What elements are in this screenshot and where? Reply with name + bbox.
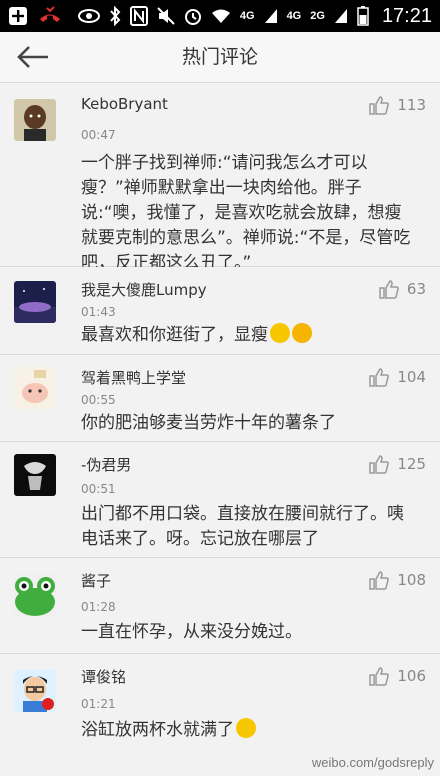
like-button[interactable]: 108 <box>369 570 426 590</box>
comment-text-wrap: 最喜欢和你逛街了，显瘦 <box>81 323 416 348</box>
nfc-icon <box>129 6 148 26</box>
comment-text: 你的肥油够麦当劳炸十年的薯条了 <box>81 413 336 433</box>
avatar[interactable] <box>14 367 56 409</box>
comment-item[interactable]: 我是大傻鹿Lumpy 01:43 63 最喜欢和你逛街了，显瘦 <box>0 267 440 355</box>
like-button[interactable]: 63 <box>379 279 426 299</box>
network-label-1: 4G <box>239 10 255 22</box>
page-title: 热门评论 <box>181 46 258 68</box>
clock: 17:21 <box>381 4 432 27</box>
bluetooth-icon <box>109 6 121 26</box>
like-count: 108 <box>397 571 426 589</box>
avatar[interactable] <box>14 99 56 141</box>
comment-text: 一个胖子找到禅师:“请问我怎么才可以瘦？”禅师默默拿出一块肉给他。胖子说:“噢，… <box>81 153 411 273</box>
top-nav-bar: 热门评论 <box>0 32 440 83</box>
scared-emoji-icon <box>292 323 312 343</box>
signal-icon <box>264 8 278 24</box>
avatar[interactable] <box>14 574 56 616</box>
like-count: 104 <box>397 368 426 386</box>
comment-username[interactable]: -伪君男 <box>81 454 131 475</box>
watermark: weibo.com/godsreply <box>312 755 434 770</box>
add-notification-icon <box>8 6 28 26</box>
avatar[interactable] <box>14 670 56 712</box>
comment-item[interactable]: 谭俊铭 01:21 106 浴缸放两杯水就满了 <box>0 654 440 754</box>
comment-username[interactable]: 谭俊铭 <box>81 666 126 687</box>
thumbs-up-icon <box>379 280 399 299</box>
like-count: 106 <box>397 667 426 685</box>
alarm-icon <box>184 7 202 25</box>
comment-text: 浴缸放两杯水就满了 <box>81 720 234 740</box>
comment-list[interactable]: KeboBryant 00:47 113 一个胖子找到禅师:“请问我怎么才可以瘦… <box>0 83 440 754</box>
like-button[interactable]: 104 <box>369 367 426 387</box>
comment-item[interactable]: -伪君男 00:51 125 出门都不用口袋。直接放在腰间就行了。咦电话来了。呀… <box>0 442 440 558</box>
thumbs-up-icon <box>369 667 390 686</box>
battery-icon <box>357 6 369 26</box>
comment-username[interactable]: 驾着黑鸭上学堂 <box>81 367 186 388</box>
avatar[interactable] <box>14 281 56 323</box>
eye-icon <box>77 9 100 23</box>
comment-time: 00:47 <box>81 128 116 142</box>
comment-time: 00:51 <box>81 482 116 496</box>
comment-username[interactable]: 酱子 <box>81 570 111 591</box>
status-bar: 4G 4G 2G 17:21 <box>0 0 440 32</box>
comment-item[interactable]: 酱子 01:28 108 一直在怀孕，从来没分娩过。 <box>0 558 440 654</box>
comment-item[interactable]: KeboBryant 00:47 113 一个胖子找到禅师:“请问我怎么才可以瘦… <box>0 83 440 273</box>
crying-emoji-icon <box>270 323 290 343</box>
weibo-watermark-text: weibo.com/godsreply <box>311 755 434 770</box>
network-label-3: 2G <box>310 10 325 22</box>
comment-text: 一直在怀孕，从来没分娩过。 <box>81 622 302 642</box>
mute-icon <box>157 7 175 25</box>
smile-emoji-icon <box>236 718 256 738</box>
thumbs-up-icon <box>369 368 390 387</box>
comment-username[interactable]: KeboBryant <box>81 95 168 113</box>
like-count: 63 <box>406 280 426 298</box>
like-button[interactable]: 125 <box>369 454 426 474</box>
like-button[interactable]: 113 <box>369 95 426 115</box>
comment-time: 01:43 <box>81 305 116 319</box>
comment-item[interactable]: 驾着黑鸭上学堂 00:55 104 你的肥油够麦当劳炸十年的薯条了 <box>0 355 440 442</box>
like-count: 125 <box>397 455 426 473</box>
thumbs-up-icon <box>369 455 390 474</box>
comment-text: 最喜欢和你逛街了，显瘦 <box>81 325 268 345</box>
comment-text-wrap: 浴缸放两杯水就满了 <box>81 718 416 743</box>
like-count: 113 <box>397 96 426 114</box>
like-button[interactable]: 106 <box>369 666 426 686</box>
comment-time: 01:28 <box>81 600 116 614</box>
comment-time: 00:55 <box>81 393 116 407</box>
comment-time: 01:21 <box>81 697 116 711</box>
thumbs-up-icon <box>369 571 390 590</box>
wifi-icon <box>211 8 231 24</box>
missed-call-icon <box>38 6 62 26</box>
comment-username[interactable]: 我是大傻鹿Lumpy <box>81 279 207 300</box>
network-label-2: 4G <box>286 10 302 22</box>
thumbs-up-icon <box>369 96 390 115</box>
comment-text: 出门都不用口袋。直接放在腰间就行了。咦电话来了。呀。忘记放在哪层了 <box>81 504 404 549</box>
signal-icon-secondary <box>334 8 348 24</box>
avatar[interactable] <box>14 454 56 496</box>
